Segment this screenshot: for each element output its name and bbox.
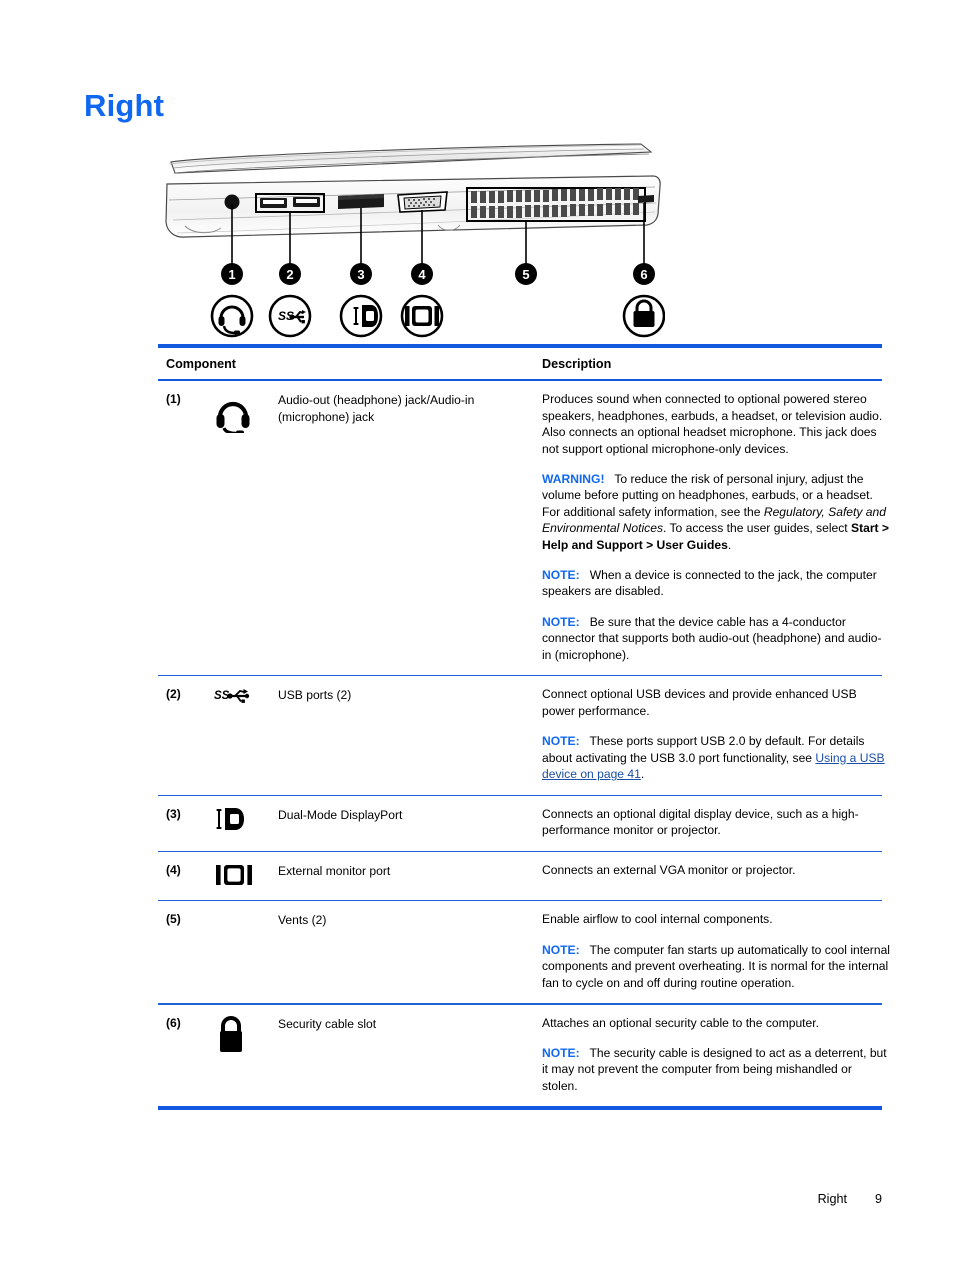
callout-number: (3)	[166, 806, 181, 821]
description-paragraph: Connects an external VGA monitor or proj…	[542, 863, 796, 878]
description-paragraph: Connect optional USB devices and provide…	[542, 687, 857, 718]
column-header-component: Component	[166, 357, 236, 371]
page-footer: Right 9	[0, 1192, 954, 1206]
headset-icon	[206, 391, 278, 434]
callout-symbol-external-monitor-icon	[400, 294, 444, 338]
note-text: When a device is connected to the jack, …	[542, 568, 877, 599]
external-monitor-port	[397, 191, 448, 213]
svg-text:SS: SS	[214, 690, 230, 702]
component-label: USB ports (2)	[278, 688, 352, 703]
note-paragraph: NOTE: The computer fan starts up automat…	[542, 942, 890, 991]
svg-text:3: 3	[357, 267, 364, 282]
note-paragraph: NOTE: The security cable is designed to …	[542, 1045, 890, 1094]
page-title: Right	[84, 88, 165, 123]
description-cell: Connect optional USB devices and provide…	[542, 686, 890, 782]
callout-symbol-dual-mode-displayport-icon	[339, 294, 383, 338]
component-label: Audio-out (headphone) jack/Audio-in (mic…	[278, 393, 475, 424]
note-text: The security cable is designed to act as…	[542, 1045, 887, 1093]
table-row: (4) External monitor port Connects an ex…	[158, 852, 882, 900]
description-cell: Attaches an optional security cable to t…	[542, 1015, 890, 1095]
svg-text:4: 4	[418, 267, 426, 282]
note-keyword: NOTE:	[542, 1045, 580, 1060]
note-paragraph: NOTE: Be sure that the device cable has …	[542, 614, 890, 663]
callout-number: (2)	[166, 687, 181, 702]
table-row: (5) Vents (2) Enable airflow to cool int…	[158, 901, 890, 1003]
description-cell: Produces sound when connected to optiona…	[542, 391, 890, 663]
svg-text:1: 1	[228, 267, 235, 282]
table-row: (3) Dual-Mode DisplayPort Connects an op…	[158, 796, 882, 851]
callout-number: (5)	[166, 912, 181, 927]
description-cell: Connects an optional digital display dev…	[542, 806, 890, 839]
callout-number: (4)	[166, 863, 181, 878]
description-paragraph: Produces sound when connected to optiona…	[542, 392, 883, 456]
callout-symbol-headset-icon	[210, 294, 254, 338]
note-text: The computer fan starts up automatically…	[542, 942, 890, 990]
footer-page-number: 9	[874, 1192, 882, 1206]
component-cell: (5) Vents (2)	[166, 911, 542, 991]
component-cell: (1) Audio-out (headphone) jack/Audio-in …	[166, 391, 542, 663]
svg-text:2: 2	[286, 267, 293, 282]
padlock-icon	[206, 1015, 278, 1055]
table-row: (6) Security cable slot Attaches an opti…	[158, 1005, 887, 1107]
description-cell: Connects an external VGA monitor or proj…	[542, 862, 890, 888]
table-row: (2) SS USB ports (2) Connect optional US…	[158, 676, 885, 794]
displayport-port	[338, 194, 384, 209]
note-keyword: NOTE:	[542, 614, 580, 629]
table-row: (1) Audio-out (headphone) jack/Audio-in …	[158, 381, 889, 675]
component-cell: (6) Security cable slot	[166, 1015, 542, 1095]
document-page: Right 1 2 3 4 5 6 SS Component Descripti…	[0, 0, 954, 1270]
dual-mode-displayport-icon	[206, 806, 278, 832]
svg-text:6: 6	[640, 267, 647, 282]
component-cell: (4) External monitor port	[166, 862, 542, 888]
superspeed-usb-icon: SS	[206, 686, 278, 708]
footer-chapter-name: Right	[817, 1192, 847, 1206]
description-cell: Enable airflow to cool internal componen…	[542, 911, 890, 991]
components-table: Component Description (1) Audio-out (hea…	[158, 344, 890, 1111]
component-cell: (3) Dual-Mode DisplayPort	[166, 806, 542, 839]
warning-paragraph: WARNING! To reduce the risk of personal …	[542, 471, 890, 553]
component-label: Vents (2)	[278, 913, 327, 928]
component-label: Dual-Mode DisplayPort	[278, 807, 403, 822]
warning-keyword: WARNING!	[542, 472, 605, 487]
note-text: Be sure that the device cable has a 4-co…	[542, 614, 882, 662]
laptop-right-side-figure: 1 2 3 4 5 6 SS	[155, 140, 665, 345]
table-bottom-rule	[158, 1106, 882, 1111]
callout-number: (1)	[166, 392, 181, 407]
component-label: External monitor port	[278, 864, 391, 879]
warning-text-2: . To access the user guides, select	[663, 521, 852, 536]
description-paragraph: Connects an optional digital display dev…	[542, 806, 859, 838]
security-cable-slot	[638, 195, 654, 203]
external-monitor-icon	[206, 862, 278, 888]
note-paragraph: NOTE: These ports support USB 2.0 by def…	[542, 733, 890, 782]
component-cell: (2) SS USB ports (2)	[166, 686, 542, 782]
table-header-row: Component Description	[158, 348, 882, 379]
svg-text:5: 5	[522, 267, 529, 282]
note-keyword: NOTE:	[542, 568, 580, 583]
callout-symbol-superspeed-usb-icon: SS	[268, 294, 312, 338]
note-keyword: NOTE:	[542, 942, 580, 957]
callout-symbol-padlock-icon	[622, 294, 665, 338]
description-paragraph: Enable airflow to cool internal componen…	[542, 912, 773, 927]
note-text-tail: .	[640, 767, 645, 782]
component-label: Security cable slot	[278, 1016, 377, 1031]
column-header-description: Description	[542, 357, 612, 371]
callout-number: (6)	[166, 1015, 181, 1030]
note-keyword: NOTE:	[542, 734, 580, 749]
warning-text-3: .	[727, 537, 732, 552]
laptop-lid	[168, 143, 653, 174]
note-paragraph: NOTE: When a device is connected to the …	[542, 567, 890, 600]
callout-numbers: 1 2 3 4 5 6	[221, 263, 655, 285]
description-paragraph: Attaches an optional security cable to t…	[542, 1015, 819, 1030]
